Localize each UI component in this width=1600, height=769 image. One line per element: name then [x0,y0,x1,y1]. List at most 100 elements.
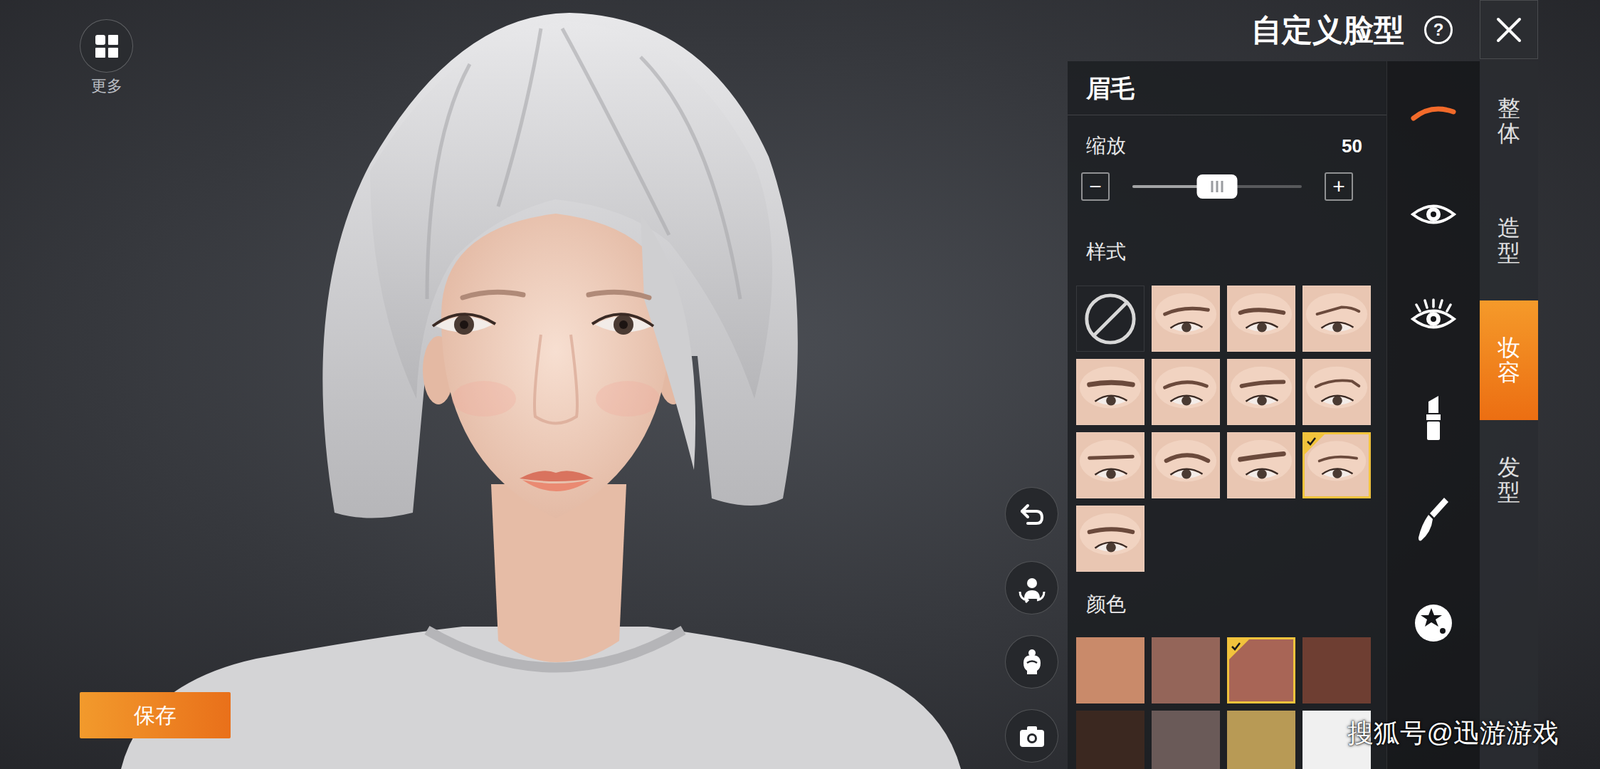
category-tab-label: 妆容 [1497,335,1521,386]
hair-button[interactable] [1004,634,1059,689]
eyelash-icon [1409,298,1457,334]
eyebrow-thumbnail-icon [1076,432,1144,498]
color-swatch[interactable] [1227,710,1296,769]
swatch-selection [1076,710,1145,769]
category-tab-label: 造型 [1497,215,1521,266]
swatch-selection [1227,637,1296,704]
scale-thumb[interactable] [1197,174,1238,199]
eyebrow-thumbnail-icon [1303,359,1371,425]
screen: 更多 保存 自定义脸型 ? 眉毛缩放50−+样式颜色 整体造型妆容发型 [0,0,1600,769]
more-button[interactable]: 更多 [79,19,134,96]
eyebrow-style-option[interactable] [1302,358,1371,425]
panel-header: 眉毛 [1067,61,1387,116]
grid-icon [93,33,120,60]
check-icon [1304,434,1325,455]
eyebrow-style-option[interactable] [1227,432,1296,499]
eyebrow-thumbnail-icon [1303,286,1371,351]
category-tab[interactable]: 妆容 [1479,300,1539,420]
category-tab[interactable]: 整体 [1479,61,1539,181]
color-swatch[interactable] [1151,710,1220,769]
character-portrait[interactable] [0,0,1068,769]
swatch-selection [1227,710,1296,769]
swatch-selection [1151,710,1220,769]
thumb-grip [1221,180,1224,193]
eyebrow-style-option[interactable] [1076,358,1145,425]
brush-icon [1417,496,1450,544]
help-icon[interactable]: ? [1424,15,1453,45]
none-option [1076,286,1144,351]
close-icon [1495,16,1523,44]
sticker-icon [1411,599,1456,644]
category-tabs: 整体造型妆容发型 [1479,61,1539,769]
scale-slider-row: −+ [1067,172,1387,201]
undo-icon [1017,498,1047,529]
lipstick-icon [1421,394,1446,442]
camera-icon [1017,720,1047,751]
scale-row: 缩放 50 [1067,133,1387,159]
scale-track[interactable] [1132,185,1302,188]
lipstick-category[interactable] [1387,366,1480,469]
increase-button[interactable]: + [1324,172,1354,201]
editor-body: 眉毛缩放50−+样式颜色 整体造型妆容发型 [1067,61,1539,769]
page-title: 自定义脸型 [1251,11,1405,49]
eyebrow-icon [1409,101,1457,124]
decrease-button[interactable]: − [1081,172,1110,201]
right-margin [1538,0,1600,769]
panel-title: 眉毛 [1086,74,1135,103]
category-tab[interactable]: 发型 [1479,419,1539,540]
eye-category[interactable] [1387,162,1480,265]
title-group: 自定义脸型 ? [1251,0,1453,60]
preview-canvas[interactable]: 更多 保存 [0,0,1068,769]
eyebrow-style-option[interactable] [1076,432,1145,499]
editor-side: 自定义脸型 ? 眉毛缩放50−+样式颜色 整体造型妆容发型 [1067,0,1539,769]
eyebrow-panel: 眉毛缩放50−+样式颜色 [1067,61,1387,769]
side-toolbar [1004,486,1059,763]
more-button-circle[interactable] [79,19,134,73]
eyebrow-thumbnail-icon [1076,506,1144,571]
style-grid [1067,285,1387,572]
eyelash-category[interactable] [1387,264,1480,367]
eyebrow-thumbnail-icon [1227,432,1295,498]
swatch-selection [1076,637,1145,704]
color-swatch[interactable] [1076,637,1145,704]
color-swatch[interactable] [1076,710,1145,769]
undo-button[interactable] [1004,486,1059,541]
eyebrow-style-option[interactable] [1076,505,1145,572]
eyebrow-style-option[interactable] [1076,285,1145,352]
brush-category[interactable] [1387,468,1480,571]
eyebrow-category[interactable] [1387,61,1480,163]
eyebrow-style-option[interactable] [1227,358,1296,425]
eyebrow-thumbnail-icon [1152,286,1220,351]
color-swatch[interactable] [1151,637,1220,704]
eyebrow-thumbnail-icon [1152,359,1220,425]
eyebrow-style-option[interactable] [1151,358,1220,425]
close-button[interactable] [1479,0,1539,60]
watermark: 搜狐号@迅游游戏 [1347,717,1559,749]
swatch-selection [1302,637,1371,704]
eyebrow-style-option[interactable] [1302,285,1371,352]
color-swatch[interactable] [1302,637,1371,704]
eyebrow-style-option[interactable] [1227,285,1296,352]
rotate-button[interactable] [1004,560,1059,615]
color-swatch[interactable] [1227,637,1296,704]
eyebrow-style-option[interactable] [1151,432,1220,499]
scale-value: 50 [1341,133,1363,159]
category-tab-label: 整体 [1497,96,1521,146]
eyebrow-thumbnail-icon [1076,359,1144,425]
eyebrow-style-option[interactable] [1302,432,1371,499]
swatch-selection [1151,637,1220,704]
save-button[interactable]: 保存 [79,691,231,739]
category-tab-label: 发型 [1497,454,1521,505]
eyebrow-thumbnail-icon [1227,359,1295,425]
hair-icon [1017,646,1047,677]
category-tab[interactable]: 造型 [1479,180,1539,301]
header: 自定义脸型 ? [1067,0,1539,62]
none-icon [1082,291,1139,347]
scale-label: 缩放 [1086,133,1126,159]
rotate-icon [1017,572,1047,603]
makeup-category-bar [1386,61,1480,769]
eyebrow-style-option[interactable] [1151,285,1220,352]
camera-button[interactable] [1004,708,1059,763]
sticker-category[interactable] [1387,570,1480,672]
color-label: 颜色 [1067,592,1387,617]
